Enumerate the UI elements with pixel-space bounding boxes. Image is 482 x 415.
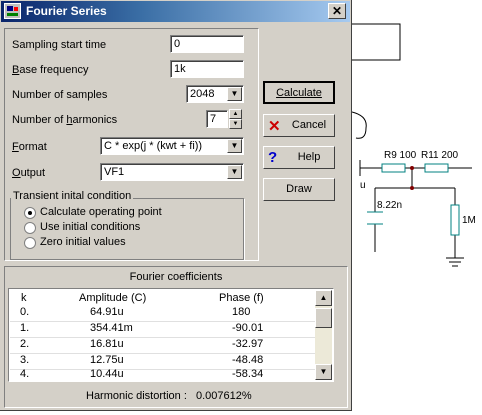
label-r11: R11 200 bbox=[421, 150, 459, 161]
label-u: u bbox=[360, 180, 366, 191]
title-bar[interactable]: Fourier Series ✕ bbox=[1, 1, 350, 22]
column-header-k[interactable]: k bbox=[21, 292, 27, 304]
draw-button[interactable]: Draw bbox=[263, 178, 335, 201]
fourier-series-dialog: Fourier Series ✕ Sampling start time 0 B… bbox=[0, 0, 352, 411]
table-row[interactable]: 0. 64.91u 180 bbox=[10, 305, 316, 322]
spin-up-icon[interactable]: ▲ bbox=[229, 109, 242, 119]
help-button[interactable]: ? Help bbox=[263, 146, 335, 169]
scroll-down-icon[interactable]: ▼ bbox=[315, 364, 332, 380]
harmonics-spinner[interactable]: ▲ ▼ bbox=[229, 109, 242, 129]
transient-title: Transient inital condition bbox=[11, 190, 134, 202]
format-label: Format bbox=[12, 141, 47, 153]
num-harmonics-input[interactable]: 7 bbox=[206, 110, 228, 128]
close-button[interactable]: ✕ bbox=[328, 3, 346, 19]
spin-down-icon[interactable]: ▼ bbox=[229, 119, 242, 129]
num-samples-value: 2048 bbox=[190, 88, 215, 100]
column-header-amplitude[interactable]: Amplitude (C) bbox=[79, 292, 146, 304]
chevron-down-icon[interactable]: ▼ bbox=[227, 139, 242, 153]
resistor-r11 bbox=[424, 163, 449, 173]
resistor-1m bbox=[450, 204, 460, 236]
sampling-start-input[interactable]: 0 bbox=[170, 35, 244, 53]
chevron-down-icon[interactable]: ▼ bbox=[227, 87, 242, 101]
radio-zero-initial[interactable] bbox=[24, 237, 36, 249]
scroll-thumb[interactable] bbox=[315, 308, 332, 328]
wire-top bbox=[352, 23, 401, 61]
output-select[interactable]: VF1 ▼ bbox=[100, 163, 244, 181]
base-frequency-input[interactable]: 1k bbox=[170, 60, 244, 78]
column-header-phase[interactable]: Phase (f) bbox=[219, 292, 264, 304]
num-samples-label: Number of samples bbox=[12, 89, 108, 101]
close-icon: ✕ bbox=[331, 4, 343, 18]
num-samples-select[interactable]: 2048 ▼ bbox=[186, 85, 244, 103]
table-row[interactable]: 2. 16.81u -32.97 bbox=[10, 337, 316, 354]
schematic-canvas: R9 100 R11 200 8.22n 1M u bbox=[352, 23, 476, 267]
radio-calculate-op[interactable] bbox=[24, 207, 36, 219]
format-select[interactable]: C * exp(j * (kwt + fi)) ▼ bbox=[100, 137, 244, 155]
junction-dot-2 bbox=[410, 186, 414, 190]
label-r9: R9 100 bbox=[384, 150, 417, 161]
harmonic-distortion-label: Harmonic distortion : bbox=[86, 390, 187, 402]
num-harmonics-label: Number of harmonics bbox=[12, 114, 118, 126]
chevron-down-icon[interactable]: ▼ bbox=[227, 165, 242, 179]
wire-curve bbox=[352, 111, 367, 139]
radio-initial-conditions[interactable] bbox=[24, 222, 36, 234]
label-1m: 1M bbox=[462, 215, 476, 226]
radio-zero-initial-label[interactable]: Zero initial values bbox=[40, 236, 126, 248]
output-label: Output bbox=[12, 167, 46, 179]
junction-dot bbox=[410, 166, 414, 170]
cancel-button[interactable]: ✕ Cancel bbox=[263, 114, 335, 137]
label-cap: 8.22n bbox=[377, 200, 402, 211]
scroll-up-icon[interactable]: ▲ bbox=[315, 290, 332, 306]
radio-calculate-op-label[interactable]: Calculate operating point bbox=[40, 206, 162, 218]
coefficients-table: k Amplitude (C) Phase (f) 0. 64.91u 180 … bbox=[8, 288, 334, 382]
table-row[interactable]: 1. 354.41m -90.01 bbox=[10, 321, 316, 338]
app-icon bbox=[4, 3, 21, 19]
window-title: Fourier Series bbox=[26, 4, 107, 18]
calculate-button[interactable]: Calculate bbox=[263, 81, 335, 104]
table-scrollbar[interactable]: ▲ ▼ bbox=[315, 290, 332, 380]
base-frequency-label: Base frequency bbox=[12, 64, 89, 76]
table-row[interactable]: 4. 10.44u -58.34 bbox=[10, 367, 316, 383]
radio-initial-conditions-label[interactable]: Use initial conditions bbox=[40, 221, 140, 233]
harmonic-distortion-value: 0.007612% bbox=[196, 390, 252, 402]
format-value: C * exp(j * (kwt + fi)) bbox=[104, 140, 203, 152]
output-value: VF1 bbox=[104, 166, 125, 178]
sampling-start-label: Sampling start time bbox=[12, 39, 107, 51]
fourier-title: Fourier coefficients bbox=[129, 271, 223, 283]
resistor-r9 bbox=[381, 163, 406, 173]
